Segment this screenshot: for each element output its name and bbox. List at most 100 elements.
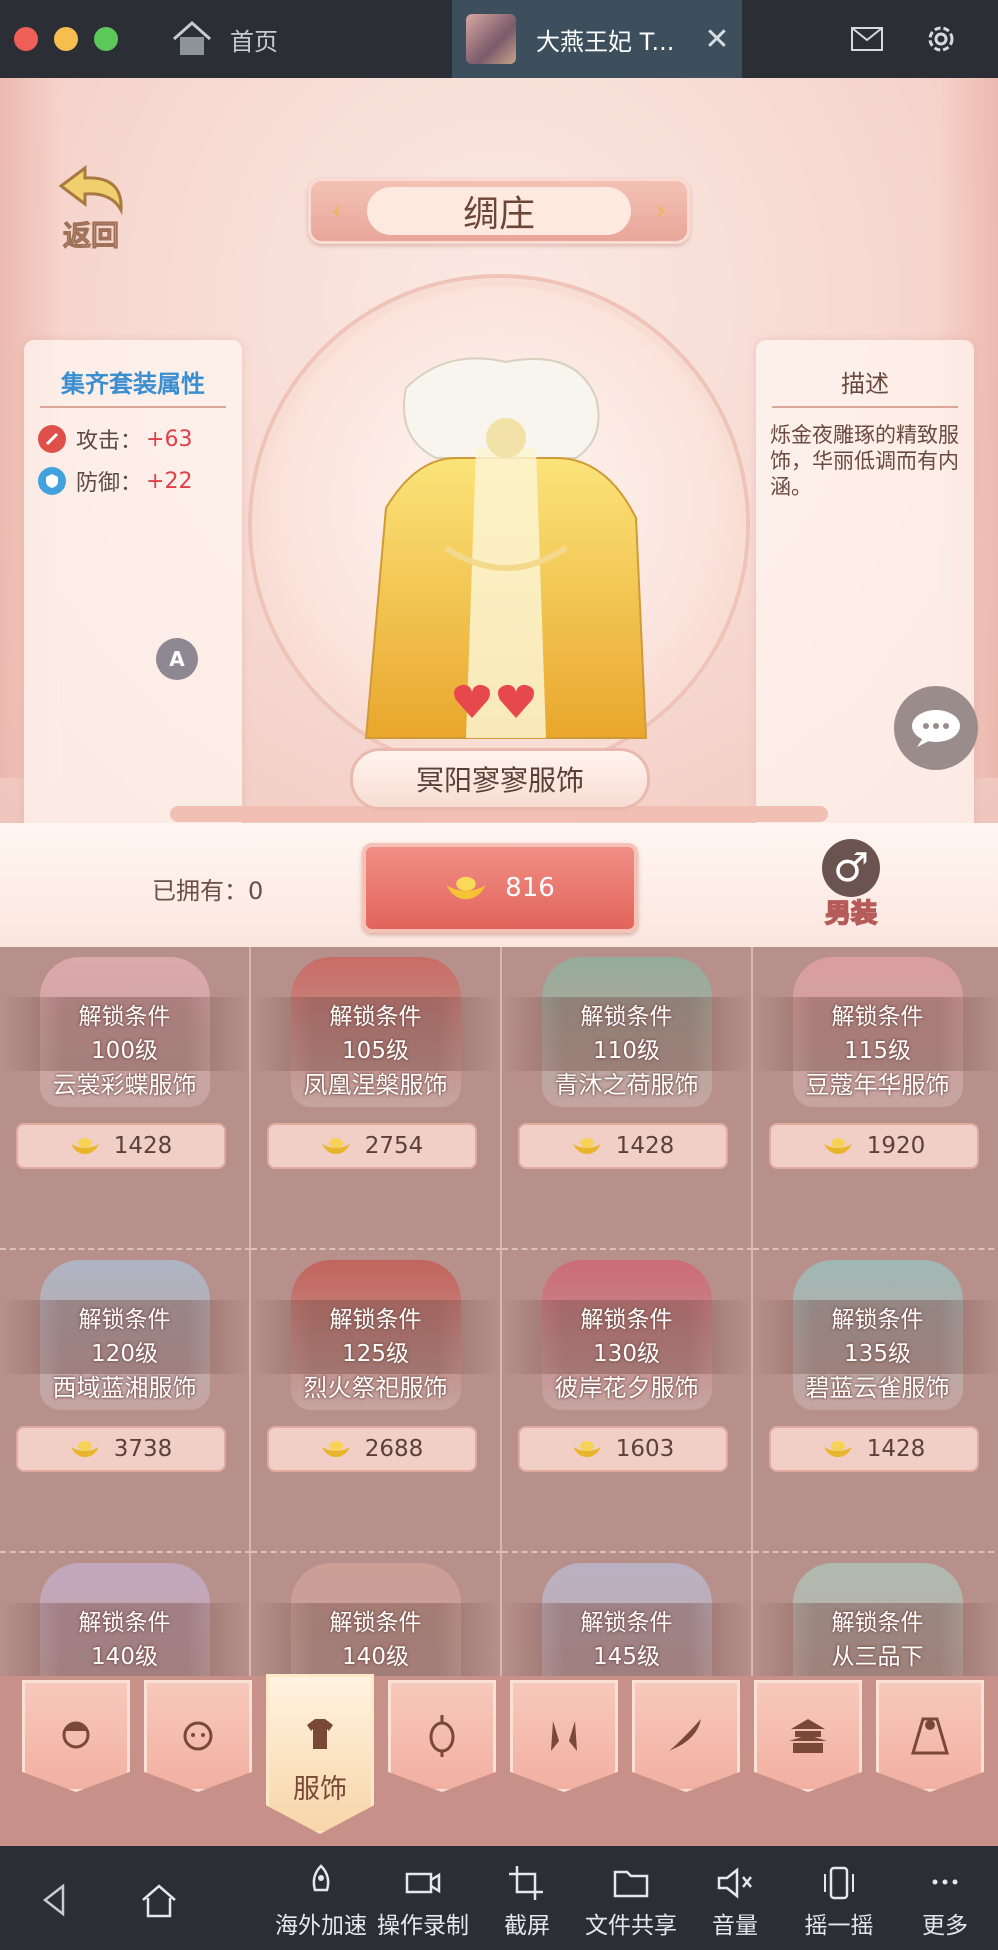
tab-game-title: 大燕王妃 T... bbox=[536, 27, 675, 56]
shake-button[interactable]: 摇一摇 bbox=[784, 1856, 894, 1946]
price-button[interactable]: 1428 bbox=[769, 1426, 979, 1472]
unlock-condition-label: 解锁条件 bbox=[329, 1610, 422, 1636]
unlock-condition-label: 解锁条件 bbox=[78, 1004, 171, 1030]
mute-button[interactable]: 音量 bbox=[680, 1856, 790, 1946]
tab-home[interactable]: 首页 bbox=[170, 0, 278, 78]
emulator-toolbar: 海外加速 操作录制 截屏 文件共享 音量 摇一摇 更多 bbox=[0, 1846, 998, 1950]
shop-title-banner: ‹ 绸庄 › bbox=[308, 178, 690, 244]
tab-clothing[interactable]: 服饰 bbox=[266, 1674, 374, 1834]
video-icon bbox=[405, 1872, 441, 1894]
toolbar-label: 操作录制 bbox=[377, 1913, 469, 1939]
outfit-name: 凤凰涅槃服饰 bbox=[303, 1071, 448, 1099]
tab-temple[interactable] bbox=[754, 1680, 862, 1792]
defense-icon bbox=[38, 467, 66, 495]
mute-icon bbox=[717, 1867, 752, 1899]
tab-feather[interactable] bbox=[632, 1680, 740, 1792]
crop-button[interactable]: 截屏 bbox=[472, 1856, 582, 1946]
buy-price: 816 bbox=[505, 873, 555, 903]
price-button[interactable]: 1428 bbox=[518, 1123, 728, 1169]
description-card: 描述 烁金夜雕琢的精致服饰，华丽低调而有内涵。 bbox=[756, 340, 974, 860]
gold-ingot-icon bbox=[572, 1441, 601, 1457]
price-button[interactable]: 3738 bbox=[16, 1426, 226, 1472]
male-icon: ♂ bbox=[822, 839, 880, 897]
price-button[interactable]: 1428 bbox=[16, 1123, 226, 1169]
stat-attack-value: +63 bbox=[146, 426, 193, 452]
crop-icon bbox=[509, 1866, 543, 1900]
unlock-level: 120级 bbox=[91, 1341, 158, 1367]
return-arrow-icon bbox=[58, 165, 123, 216]
tab-cloak[interactable] bbox=[876, 1680, 984, 1792]
stat-attack: 攻击： +63 bbox=[24, 418, 242, 460]
outfit-item[interactable]: 解锁条件 120级 西域蓝湘服饰 3738 bbox=[0, 1250, 251, 1553]
buy-button[interactable]: 816 bbox=[362, 843, 638, 933]
selected-outfit-name: 冥阳寥寥服饰 bbox=[350, 748, 650, 810]
unlock-level: 140级 bbox=[342, 1644, 409, 1670]
outfit-item[interactable]: 解锁条件 140级 bbox=[0, 1553, 251, 1676]
unlock-condition-label: 解锁条件 bbox=[78, 1307, 171, 1333]
price-button[interactable]: 1603 bbox=[518, 1426, 728, 1472]
tab-hairstyle[interactable] bbox=[22, 1680, 130, 1792]
price-button[interactable]: 2688 bbox=[267, 1426, 477, 1472]
tab-earring[interactable] bbox=[510, 1680, 618, 1792]
tab-face[interactable] bbox=[144, 1680, 252, 1792]
outfit-price: 1428 bbox=[866, 1436, 926, 1462]
close-window-button[interactable] bbox=[14, 27, 38, 51]
outfit-item[interactable]: 解锁条件 115级 豆蔻年华服饰 1920 bbox=[753, 947, 998, 1250]
rocket-icon bbox=[312, 1864, 330, 1892]
unlock-condition-label: 解锁条件 bbox=[580, 1004, 673, 1030]
outfit-name: 烈火祭祀服饰 bbox=[303, 1374, 448, 1402]
back-button[interactable]: 返回 bbox=[46, 164, 136, 254]
folder-icon bbox=[613, 1870, 649, 1898]
prev-shop-icon[interactable]: ‹ bbox=[323, 195, 351, 227]
gender-toggle[interactable]: ♂ 男装 bbox=[806, 839, 896, 930]
unlock-level: 140级 bbox=[91, 1644, 158, 1670]
maximize-window-button[interactable] bbox=[94, 27, 118, 51]
a-badge[interactable]: A bbox=[156, 638, 198, 680]
favorability-hearts bbox=[452, 682, 536, 720]
gold-ingot-icon bbox=[823, 1138, 852, 1154]
price-button[interactable]: 2754 bbox=[267, 1123, 477, 1169]
tab-game[interactable]: 大燕王妃 T... ✕ bbox=[452, 0, 742, 78]
price-button[interactable]: 1920 bbox=[769, 1123, 979, 1169]
chat-button[interactable] bbox=[894, 686, 978, 770]
outfit-item[interactable]: 解锁条件 从三品下 bbox=[753, 1553, 998, 1676]
tab-lantern[interactable] bbox=[388, 1680, 496, 1792]
game-viewport: 返回 ‹ 绸庄 › 集齐套装属性 攻击： +63 防御： +22 描述 烁金夜雕… bbox=[0, 78, 998, 1846]
more-button[interactable]: 更多 bbox=[890, 1856, 998, 1946]
outfit-item[interactable]: 解锁条件 140级 bbox=[251, 1553, 502, 1676]
gender-label: 男装 bbox=[824, 898, 878, 930]
outfit-item[interactable]: 解锁条件 105级 凤凰涅槃服饰 2754 bbox=[251, 947, 502, 1250]
stat-defense-value: +22 bbox=[146, 468, 193, 494]
outfit-name: 彼岸花夕服饰 bbox=[554, 1374, 699, 1402]
gear-icon[interactable] bbox=[920, 18, 962, 60]
face-icon bbox=[183, 1721, 213, 1751]
toolbar-label: 摇一摇 bbox=[804, 1913, 874, 1939]
rocket-button[interactable]: 海外加速 bbox=[266, 1856, 376, 1946]
cloak-icon bbox=[910, 1717, 950, 1755]
unlock-condition-label: 解锁条件 bbox=[831, 1004, 924, 1030]
back-button[interactable] bbox=[0, 1856, 110, 1946]
outfit-item[interactable]: 解锁条件 110级 青沐之荷服饰 1428 bbox=[502, 947, 753, 1250]
mail-icon[interactable] bbox=[846, 18, 888, 60]
gold-ingot-icon bbox=[572, 1138, 601, 1154]
outfit-item[interactable]: 解锁条件 130级 彼岸花夕服饰 1603 bbox=[502, 1250, 753, 1553]
stat-defense-label: 防御： bbox=[76, 471, 143, 496]
next-shop-icon[interactable]: › bbox=[647, 195, 675, 227]
close-tab-icon[interactable]: ✕ bbox=[692, 22, 742, 57]
clothing-icon bbox=[307, 1719, 333, 1749]
chat-bubble-icon bbox=[912, 710, 960, 747]
outfit-item[interactable]: 解锁条件 100级 云裳彩蝶服饰 1428 bbox=[0, 947, 251, 1250]
outfit-item[interactable]: 解锁条件 125级 烈火祭祀服饰 2688 bbox=[251, 1250, 502, 1553]
video-button[interactable]: 操作录制 bbox=[368, 1856, 478, 1946]
home-icon bbox=[173, 20, 211, 55]
outfit-item[interactable]: 解锁条件 135级 碧蓝云雀服饰 1428 bbox=[753, 1250, 998, 1553]
gold-ingot-icon bbox=[321, 1441, 350, 1457]
home-button[interactable] bbox=[104, 1856, 214, 1946]
folder-button[interactable]: 文件共享 bbox=[576, 1856, 686, 1946]
outfit-item[interactable]: 解锁条件 145级 bbox=[502, 1553, 753, 1676]
back-icon bbox=[42, 1883, 65, 1917]
outfit-preview-panel: 返回 ‹ 绸庄 › 集齐套装属性 攻击： +63 防御： +22 描述 烁金夜雕… bbox=[0, 78, 998, 860]
feather-icon bbox=[669, 1719, 701, 1751]
owned-count: 已拥有：0 bbox=[152, 877, 264, 905]
minimize-window-button[interactable] bbox=[54, 27, 78, 51]
